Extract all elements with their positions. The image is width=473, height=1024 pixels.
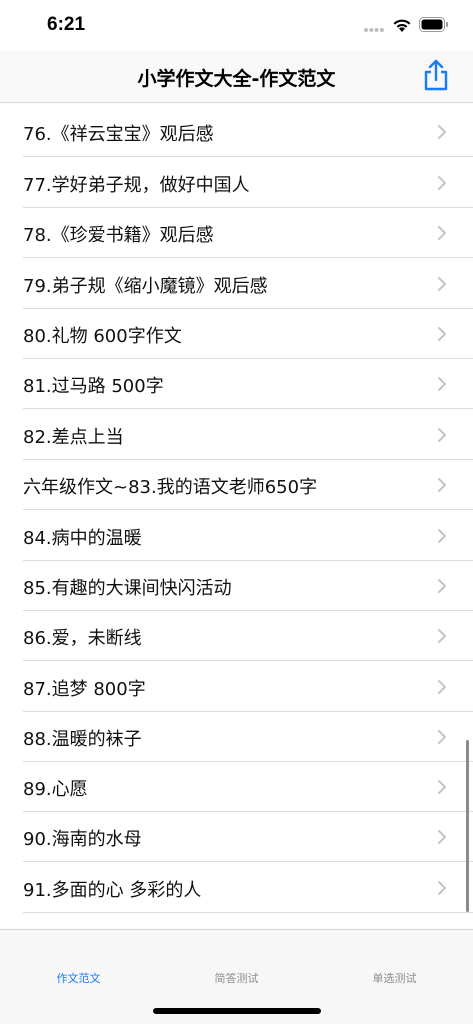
- list-item[interactable]: 85.有趣的大课间快闪活动: [0, 561, 473, 611]
- divider: [23, 912, 473, 913]
- tab-essays[interactable]: 作文范文: [0, 970, 157, 986]
- chevron-right-icon: [438, 226, 446, 240]
- list-item[interactable]: 76.《祥云宝宝》观后感: [0, 107, 473, 157]
- cellular-signal-icon: [364, 28, 384, 32]
- chevron-right-icon: [438, 478, 446, 492]
- list-item[interactable]: 89.心愿: [0, 762, 473, 812]
- list-item[interactable]: 79.弟子规《缩小魔镜》观后感: [0, 259, 473, 309]
- chevron-right-icon: [438, 377, 446, 391]
- list-item-label: 80.礼物 600字作文: [23, 326, 182, 347]
- chevron-right-icon: [438, 428, 446, 442]
- chevron-right-icon: [438, 780, 446, 794]
- list-item[interactable]: 81.过马路 500字: [0, 359, 473, 409]
- list-item[interactable]: 78.《珍爱书籍》观后感: [0, 208, 473, 258]
- list-item-label: 81.过马路 500字: [23, 376, 164, 397]
- chevron-right-icon: [438, 730, 446, 744]
- list-item[interactable]: 86.爱，未断线: [0, 611, 473, 661]
- tab-single-choice-test[interactable]: 单选测试: [316, 970, 473, 986]
- chevron-right-icon: [438, 881, 446, 895]
- list-item[interactable]: 77.学好弟子规，做好中国人: [0, 158, 473, 208]
- list-item[interactable]: 84.病中的温暖: [0, 511, 473, 561]
- list-item[interactable]: 80.礼物 600字作文: [0, 309, 473, 359]
- home-indicator[interactable]: [153, 1008, 321, 1014]
- chevron-right-icon: [438, 629, 446, 643]
- list-item-label: 87.追梦 800字: [23, 679, 146, 700]
- list-item-label: 84.病中的温暖: [23, 528, 142, 549]
- essay-list[interactable]: 76.《祥云宝宝》观后感 77.学好弟子规，做好中国人 78.《珍爱书籍》观后感…: [0, 103, 473, 929]
- list-item-label: 85.有趣的大课间快闪活动: [23, 578, 232, 599]
- chevron-right-icon: [438, 125, 446, 139]
- scroll-indicator[interactable]: [466, 740, 469, 912]
- tab-short-answer-test[interactable]: 简答测试: [158, 970, 315, 986]
- battery-icon: [419, 17, 448, 32]
- status-bar: 6:21: [0, 0, 473, 50]
- chevron-right-icon: [438, 529, 446, 543]
- list-item-label: 90.海南的水母: [23, 829, 142, 850]
- list-item-label: 91.多面的心 多彩的人: [23, 880, 202, 901]
- divider: [23, 408, 473, 409]
- share-icon[interactable]: [420, 58, 452, 92]
- divider: [23, 861, 473, 862]
- list-item-label: 88.温暖的袜子: [23, 729, 142, 750]
- chevron-right-icon: [438, 680, 446, 694]
- app-screen: 6:21 小学作文大全-作文范文 76.《祥云宝宝》观后感 77.学好弟子规，做…: [0, 0, 473, 1024]
- list-item[interactable]: 91.多面的心 多彩的人: [0, 863, 473, 913]
- list-item-label: 78.《珍爱书籍》观后感: [23, 225, 214, 246]
- list-item-label: 77.学好弟子规，做好中国人: [23, 175, 250, 196]
- chevron-right-icon: [438, 830, 446, 844]
- divider: [23, 509, 473, 510]
- divider: [23, 156, 473, 157]
- divider: [23, 660, 473, 661]
- status-time: 6:21: [47, 14, 86, 35]
- list-item[interactable]: 90.海南的水母: [0, 812, 473, 862]
- list-item-label: 六年级作文~83.我的语文老师650字: [23, 477, 318, 498]
- list-item[interactable]: 82.差点上当: [0, 410, 473, 460]
- list-item-label: 79.弟子规《缩小魔镜》观后感: [23, 276, 268, 297]
- divider: [23, 257, 473, 258]
- list-item[interactable]: 87.追梦 800字: [0, 662, 473, 712]
- chevron-right-icon: [438, 277, 446, 291]
- page-title: 小学作文大全-作文范文: [137, 68, 336, 90]
- list-item[interactable]: 88.温暖的袜子: [0, 712, 473, 762]
- chevron-right-icon: [438, 327, 446, 341]
- list-item-label: 82.差点上当: [23, 427, 124, 448]
- chevron-right-icon: [438, 579, 446, 593]
- wifi-icon: [393, 19, 411, 32]
- list-item-label: 86.爱，未断线: [23, 628, 142, 649]
- list-item-label: 76.《祥云宝宝》观后感: [23, 124, 214, 145]
- navigation-bar: 小学作文大全-作文范文: [0, 50, 473, 103]
- list-item-label: 89.心愿: [23, 779, 88, 800]
- chevron-right-icon: [438, 176, 446, 190]
- list-item[interactable]: 六年级作文~83.我的语文老师650字: [0, 460, 473, 510]
